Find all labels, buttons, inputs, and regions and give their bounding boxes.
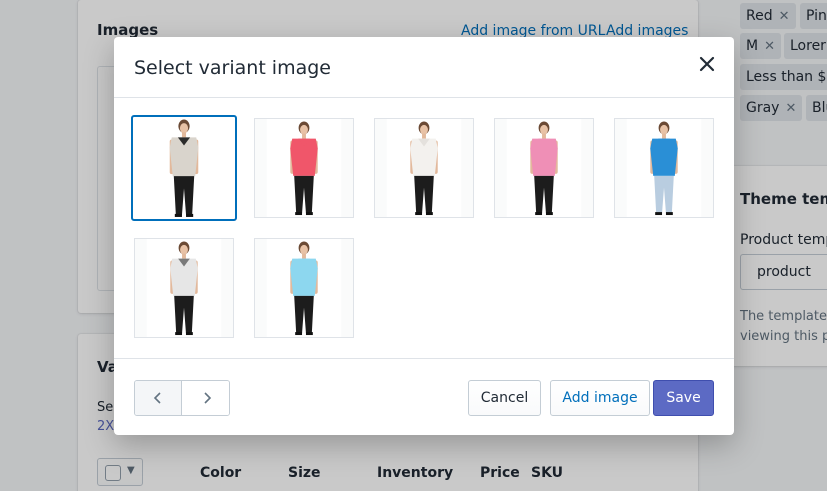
model-photo-icon: [386, 119, 462, 217]
next-page-button[interactable]: [183, 381, 229, 415]
variant-image-thumbnail[interactable]: [134, 238, 234, 338]
chevron-left-icon: [153, 392, 161, 404]
close-icon: [699, 56, 715, 72]
pagination: [134, 380, 230, 416]
variant-image-thumbnail[interactable]: [614, 118, 714, 218]
model-photo-icon: [266, 119, 342, 217]
variant-image-thumbnail[interactable]: [254, 238, 354, 338]
modal-header: Select variant image: [114, 37, 734, 98]
select-variant-image-modal: Select variant image Cancel Add image Sa…: [114, 37, 734, 435]
variant-image-thumbnail[interactable]: [131, 115, 237, 221]
variant-image-thumbnail[interactable]: [254, 118, 354, 218]
model-photo-icon: [146, 239, 222, 337]
modal-title: Select variant image: [134, 57, 331, 79]
model-photo-icon: [145, 117, 223, 219]
close-button[interactable]: [694, 51, 720, 77]
model-photo-icon: [626, 119, 702, 217]
variant-image-thumbnail[interactable]: [494, 118, 594, 218]
add-image-button[interactable]: Add image: [550, 380, 650, 416]
chevron-right-icon: [203, 392, 211, 404]
cancel-button[interactable]: Cancel: [468, 380, 541, 416]
save-button[interactable]: Save: [653, 380, 714, 416]
previous-page-button[interactable]: [135, 381, 182, 415]
model-photo-icon: [266, 239, 342, 337]
variant-image-thumbnail[interactable]: [374, 118, 474, 218]
modal-footer: Cancel Add image Save: [114, 358, 734, 435]
model-photo-icon: [506, 119, 582, 217]
